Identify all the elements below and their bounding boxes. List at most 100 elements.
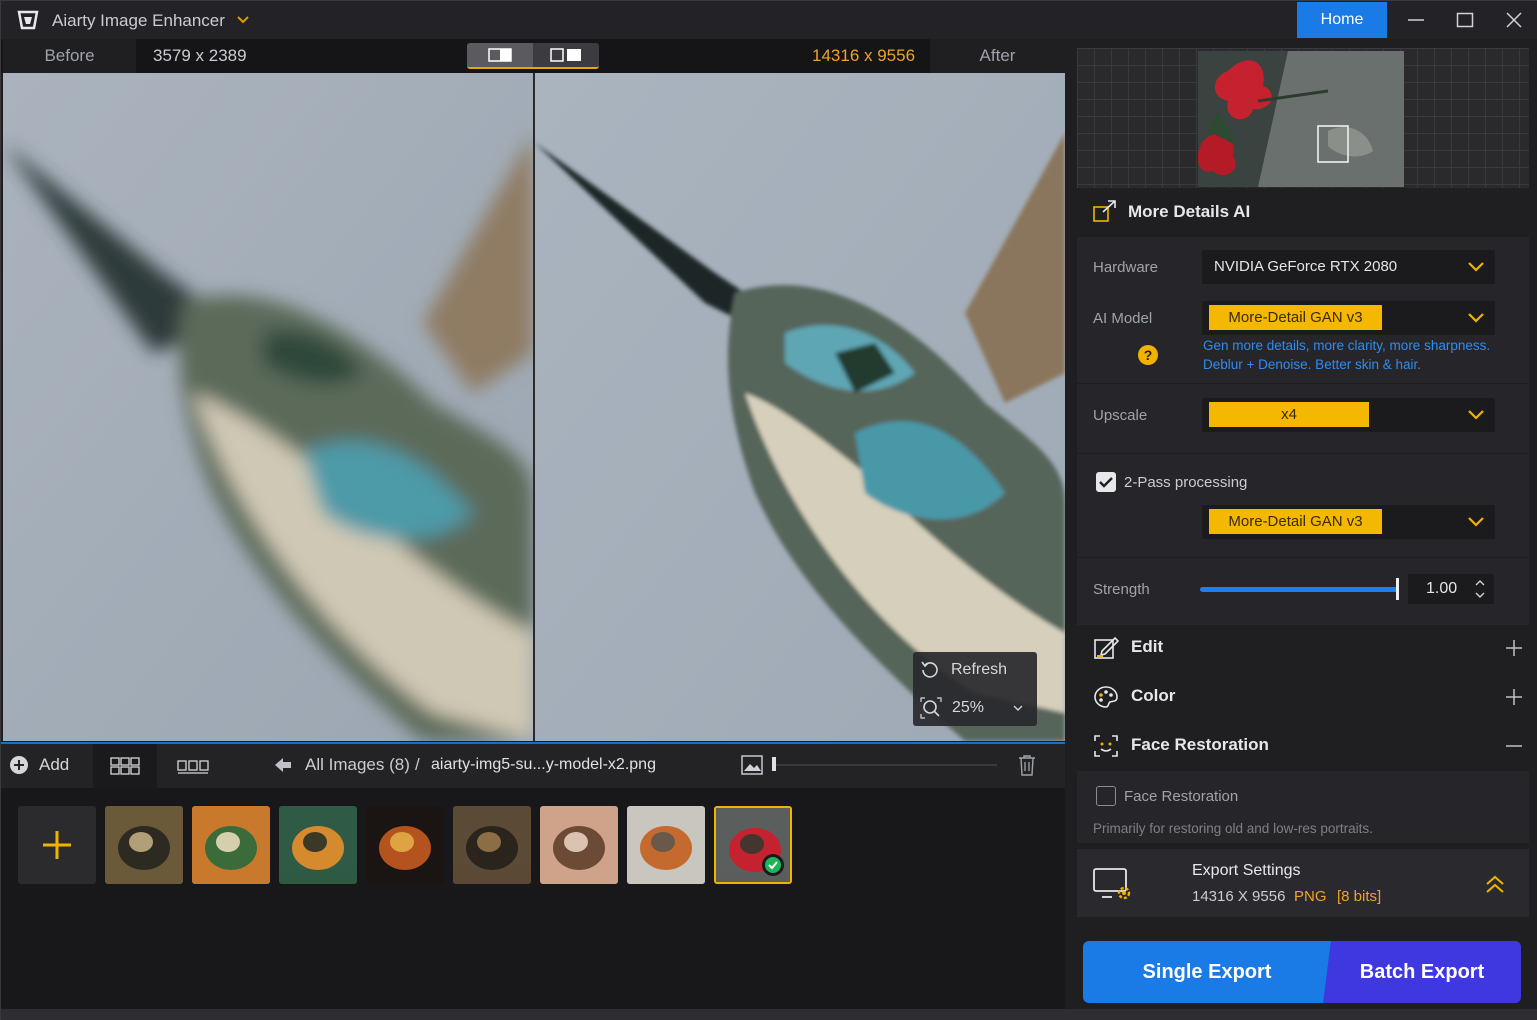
chevron-down-icon[interactable]	[235, 12, 251, 28]
before-dimensions: 3579 x 2389	[153, 46, 247, 65]
chevron-down-icon	[1013, 705, 1023, 711]
svg-text:?: ?	[1144, 347, 1153, 363]
thumbnail-image	[279, 806, 357, 884]
expand-up-icon[interactable]	[1485, 875, 1505, 895]
thumbnail-image	[453, 806, 531, 884]
hardware-value: NVIDIA GeForce RTX 2080	[1214, 258, 1398, 275]
close-icon	[1506, 12, 1522, 28]
add-image-tile[interactable]	[18, 806, 96, 884]
zoom-dropdown[interactable]: 25%	[913, 690, 1037, 726]
color-label: Color	[1131, 686, 1176, 705]
grid-view-button[interactable]	[93, 744, 157, 788]
refresh-button[interactable]: Refresh	[913, 652, 1037, 688]
export-settings-icon	[1093, 868, 1131, 900]
enhance-icon	[1093, 200, 1116, 222]
chevron-down-icon	[1468, 517, 1484, 527]
after-image	[535, 73, 1065, 741]
export-settings-title: Export Settings	[1192, 862, 1301, 879]
chevron-down-icon	[1468, 410, 1484, 420]
strength-stepper[interactable]: 1.00	[1408, 574, 1494, 604]
upscale-dropdown[interactable]: x4	[1202, 398, 1495, 432]
refresh-icon	[921, 661, 938, 678]
thumbnail-image	[366, 806, 444, 884]
color-section-header[interactable]: Color	[1077, 675, 1529, 719]
thumbnail-butterfly[interactable]	[105, 806, 183, 884]
palette-icon	[1094, 686, 1118, 708]
trash-icon[interactable]	[1017, 754, 1037, 776]
thumbnail-size-slider[interactable]	[773, 764, 997, 766]
ai-model-label: AI Model	[1093, 310, 1153, 327]
plus-circle-icon	[10, 756, 28, 774]
strength-slider-handle[interactable]	[1396, 578, 1399, 600]
face-restoration-checkbox[interactable]	[1096, 786, 1116, 806]
two-pass-model-dropdown[interactable]: More-Detail GAN v3	[1202, 505, 1495, 539]
breadcrumb-all-images[interactable]: All Images (8)	[305, 755, 410, 775]
export-format: PNG	[1294, 888, 1327, 905]
plus-icon	[43, 831, 71, 859]
back-arrow-icon[interactable]	[273, 755, 293, 775]
face-restoration-hint: Primarily for restoring old and low-res …	[1093, 821, 1373, 836]
minimize-icon	[1408, 19, 1424, 21]
two-pass-model-value: More-Detail GAN v3	[1209, 509, 1382, 534]
navigator-thumbnail[interactable]	[1198, 51, 1404, 187]
ai-model-dropdown[interactable]: More-Detail GAN v3	[1202, 301, 1495, 335]
split-view-icon	[488, 48, 512, 62]
add-images-button[interactable]: Add	[9, 752, 69, 778]
expand-plus-icon[interactable]	[1505, 639, 1523, 657]
thumbnail-size-handle[interactable]	[772, 757, 776, 771]
upscale-value: x4	[1209, 402, 1369, 427]
edit-section-header[interactable]: Edit	[1077, 626, 1529, 670]
section-title: More Details AI	[1128, 202, 1251, 221]
refresh-label: Refresh	[951, 661, 1008, 678]
preview-tools: Refresh 25%	[913, 652, 1037, 726]
thumbnail-robin[interactable]	[627, 806, 705, 884]
breadcrumb-current-file: aiarty-img5-su...y-model-x2.png	[431, 756, 656, 773]
thumbnail-image	[627, 806, 705, 884]
two-pass-label: 2-Pass processing	[1124, 474, 1248, 491]
hardware-dropdown[interactable]: NVIDIA GeForce RTX 2080	[1202, 250, 1495, 284]
edit-label: Edit	[1131, 637, 1164, 656]
batch-export-button[interactable]: Batch Export	[1323, 941, 1521, 1003]
ai-model-value: More-Detail GAN v3	[1209, 305, 1382, 330]
face-restoration-section-header[interactable]: Face Restoration	[1077, 724, 1529, 768]
thumbnail-image	[105, 806, 183, 884]
thumbnail-tiger[interactable]	[192, 806, 270, 884]
thumbnail-image	[540, 806, 618, 884]
thumbnail-steampunk-dog[interactable]	[453, 806, 531, 884]
thumbnail-jar-plant[interactable]	[279, 806, 357, 884]
strip-view-button[interactable]	[171, 746, 215, 786]
app-title: Aiarty Image Enhancer	[52, 11, 225, 30]
ai-model-hint-line2: Deblur + Denoise. Better skin & hair.	[1203, 357, 1421, 372]
collapse-minus-icon[interactable]	[1505, 737, 1523, 755]
zoom-value: 25%	[952, 699, 985, 716]
thumbnail-portrait[interactable]	[540, 806, 618, 884]
close-button[interactable]	[1490, 1, 1537, 39]
hardware-label: Hardware	[1093, 259, 1159, 276]
minimize-button[interactable]	[1392, 1, 1440, 39]
export-dimensions: 14316 X 9556	[1192, 888, 1286, 905]
split-view-button[interactable]	[467, 43, 533, 67]
strength-value: 1.00	[1426, 580, 1458, 597]
title-bar: Aiarty Image Enhancer Home	[1, 1, 1537, 39]
expand-plus-icon[interactable]	[1505, 688, 1523, 706]
single-export-button[interactable]: Single Export	[1083, 941, 1331, 1003]
two-pass-checkbox[interactable]	[1096, 472, 1116, 492]
home-button[interactable]: Home	[1297, 2, 1387, 38]
export-settings-card[interactable]: Export Settings 14316 X 9556 PNG [8 bits…	[1077, 849, 1529, 917]
stepper-arrows-icon[interactable]	[1474, 577, 1486, 601]
ai-model-hint-line1: Gen more details, more clarity, more sha…	[1203, 338, 1491, 353]
side-by-side-button[interactable]	[533, 43, 599, 67]
view-mode-toggle[interactable]	[467, 43, 599, 69]
face-restoration-check-label: Face Restoration	[1124, 788, 1239, 805]
help-icon[interactable]: ?	[1137, 344, 1159, 366]
upscale-label: Upscale	[1093, 407, 1148, 424]
image-preview[interactable]: Refresh 25%	[3, 73, 1065, 741]
strength-slider[interactable]	[1200, 587, 1398, 592]
before-label: Before	[3, 39, 136, 73]
maximize-button[interactable]	[1441, 1, 1489, 39]
side-by-side-icon	[550, 48, 581, 62]
image-size-icon	[741, 755, 763, 775]
thumbnail-hibiscus-hummingbird[interactable]	[714, 806, 792, 884]
face-scan-icon	[1094, 735, 1118, 757]
thumbnail-burger[interactable]	[366, 806, 444, 884]
